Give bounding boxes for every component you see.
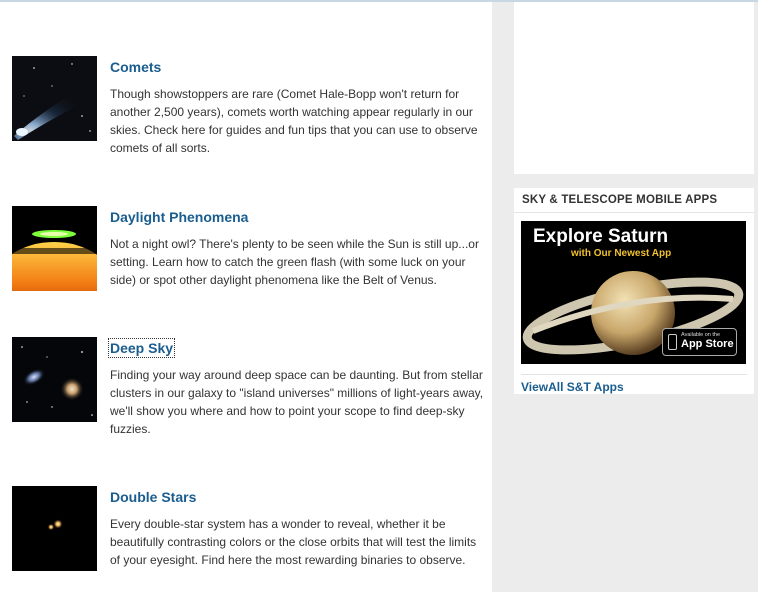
- article-description: Every double-star system has a wonder to…: [110, 517, 477, 567]
- divider: [521, 374, 747, 375]
- banner-title: Explore Saturn: [533, 226, 669, 247]
- article-deep-sky: Deep Sky Finding your way around deep sp…: [12, 337, 487, 437]
- daylight-phenomena-thumbnail[interactable]: [12, 206, 97, 291]
- article-title[interactable]: Double Stars: [110, 489, 196, 505]
- article-double-stars: Double Stars Every double-star system ha…: [12, 486, 487, 586]
- article-title[interactable]: Deep Sky: [107, 338, 176, 358]
- app-store-badge[interactable]: Available on the App Store: [662, 328, 737, 356]
- deep-sky-thumbnail[interactable]: [12, 337, 97, 422]
- article-comets: Comets Though showstoppers are rare (Com…: [12, 56, 487, 156]
- explore-saturn-banner[interactable]: Explore Saturn with Our Newest App Avail…: [521, 221, 746, 364]
- article-title[interactable]: Comets: [110, 59, 161, 75]
- appstore-big-text: App Store: [681, 338, 734, 350]
- article-description: Though showstoppers are rare (Comet Hale…: [110, 87, 478, 155]
- view-all-apps-link[interactable]: ViewAll S&T Apps: [521, 380, 624, 394]
- phone-icon: [668, 334, 677, 350]
- banner-subtitle: with Our Newest App: [571, 248, 672, 259]
- article-daylight-phenomena: Daylight Phenomena Not a night owl? Ther…: [12, 206, 487, 306]
- article-description: Not a night owl? There's plenty to be se…: [110, 237, 479, 287]
- divider: [514, 212, 754, 213]
- article-description: Finding your way around deep space can b…: [110, 368, 484, 436]
- comets-thumbnail[interactable]: [12, 56, 97, 141]
- apps-heading: SKY & TELESCOPE MOBILE APPS: [522, 194, 718, 206]
- double-stars-thumbnail[interactable]: [12, 486, 97, 571]
- sidebar-ad-space: [514, 2, 754, 174]
- main-content: Comets Though showstoppers are rare (Com…: [0, 2, 492, 592]
- article-title[interactable]: Daylight Phenomena: [110, 209, 248, 225]
- mobile-apps-widget: SKY & TELESCOPE MOBILE APPS Explore Satu…: [514, 188, 754, 394]
